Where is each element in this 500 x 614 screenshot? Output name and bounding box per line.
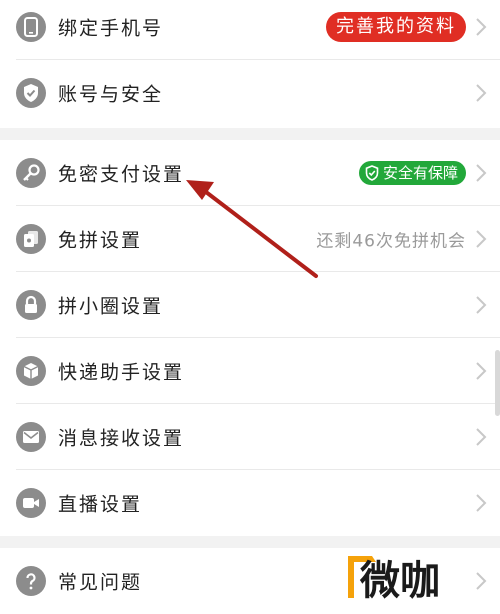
settings-group-account: 绑定手机号 完善我的资料 账号与安全 bbox=[0, 0, 500, 128]
chevron-right-icon bbox=[476, 572, 487, 590]
chevron-right-icon bbox=[476, 428, 487, 446]
row-live-settings[interactable]: 直播设置 bbox=[0, 470, 500, 536]
chevron-right-icon bbox=[476, 164, 487, 182]
cards-icon bbox=[16, 224, 46, 254]
key-icon bbox=[16, 158, 46, 188]
row-label: 快递助手设置 bbox=[58, 361, 185, 384]
watermark-logo: 微咖 bbox=[346, 552, 462, 604]
video-icon bbox=[16, 488, 46, 518]
row-message-settings[interactable]: 消息接收设置 bbox=[0, 404, 500, 470]
row-express-assistant[interactable]: 快递助手设置 bbox=[0, 338, 500, 404]
badge-text: 安全有保障 bbox=[382, 164, 458, 182]
row-label: 账号与安全 bbox=[58, 83, 164, 106]
chevron-right-icon bbox=[476, 494, 487, 512]
package-icon bbox=[16, 356, 46, 386]
lock-icon bbox=[16, 290, 46, 320]
scrollbar[interactable] bbox=[495, 350, 500, 416]
chevron-right-icon bbox=[476, 296, 487, 314]
chevron-right-icon bbox=[476, 84, 487, 102]
row-label: 常见问题 bbox=[58, 571, 143, 594]
row-account-security[interactable]: 账号与安全 bbox=[0, 60, 500, 126]
row-label: 免密支付设置 bbox=[58, 163, 185, 186]
question-icon bbox=[16, 566, 46, 596]
row-group-free-settings[interactable]: 免拼设置 还剩46次免拼机会 bbox=[0, 206, 500, 272]
row-label: 绑定手机号 bbox=[58, 17, 164, 40]
chevron-right-icon bbox=[476, 362, 487, 380]
row-password-free-payment[interactable]: 免密支付设置 安全有保障 bbox=[0, 140, 500, 206]
row-label: 消息接收设置 bbox=[58, 427, 185, 450]
settings-group-features: 免密支付设置 安全有保障 免拼设置 还剩46次免拼机会 拼小圈设置 快递助手设置 bbox=[0, 140, 500, 536]
chevron-right-icon bbox=[476, 230, 487, 248]
mail-icon bbox=[16, 422, 46, 452]
row-bind-phone[interactable]: 绑定手机号 完善我的资料 bbox=[0, 0, 500, 60]
watermark-text: 微咖 bbox=[359, 558, 440, 602]
secure-guarantee-badge: 安全有保障 bbox=[358, 161, 466, 185]
row-circle-settings[interactable]: 拼小圈设置 bbox=[0, 272, 500, 338]
remaining-chances-text: 还剩46次免拼机会 bbox=[316, 231, 466, 252]
chevron-right-icon bbox=[476, 18, 487, 36]
shield-check-icon bbox=[365, 165, 379, 181]
complete-profile-badge[interactable]: 完善我的资料 bbox=[326, 12, 466, 42]
row-label: 免拼设置 bbox=[58, 229, 143, 252]
row-label: 拼小圈设置 bbox=[58, 295, 164, 318]
row-label: 直播设置 bbox=[58, 493, 143, 516]
shield-icon bbox=[16, 78, 46, 108]
phone-icon bbox=[16, 12, 46, 42]
